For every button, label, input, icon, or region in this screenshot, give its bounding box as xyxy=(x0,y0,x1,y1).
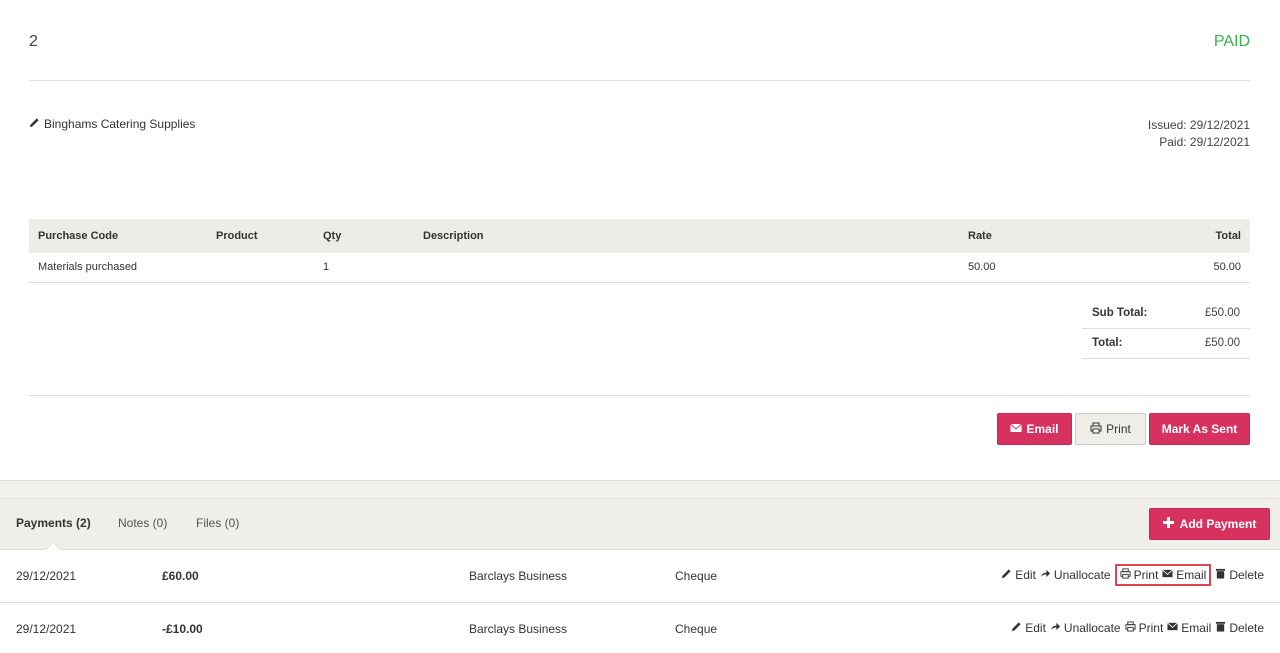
mark-as-sent-label: Mark As Sent xyxy=(1161,422,1238,436)
paid-date: Paid: 29/12/2021 xyxy=(1159,135,1250,149)
unallocate-label: Unallocate xyxy=(1053,568,1111,582)
email-payment-button[interactable]: Email xyxy=(1162,568,1206,582)
printer-icon xyxy=(1090,422,1102,437)
payment-amount: -£10.00 xyxy=(162,622,203,636)
payment-date: 29/12/2021 xyxy=(16,622,77,636)
payment-row: 29/12/2021 £60.00 Barclays Business Cheq… xyxy=(0,550,1280,603)
invoice-number: 2 xyxy=(29,33,38,50)
email-label: Email xyxy=(1176,568,1207,582)
issued-date: Issued: 29/12/2021 xyxy=(1147,118,1250,132)
email-button-label: Email xyxy=(1026,422,1059,436)
cell-qty: 1 xyxy=(314,253,414,283)
pencil-icon xyxy=(1001,568,1012,582)
edit-label: Edit xyxy=(1025,621,1046,635)
delete-label: Delete xyxy=(1229,568,1264,582)
printer-icon xyxy=(1125,621,1136,635)
cell-rate: 50.00 xyxy=(959,253,1099,283)
cell-purchase-code: Materials purchased xyxy=(29,253,207,283)
edit-payment-button[interactable]: Edit xyxy=(1001,568,1036,582)
print-label: Print xyxy=(1133,568,1159,582)
share-arrow-icon xyxy=(1050,621,1061,635)
divider xyxy=(29,80,1250,81)
total-label: Total: xyxy=(1082,328,1179,359)
unallocate-payment-button[interactable]: Unallocate xyxy=(1040,568,1111,582)
col-total: Total xyxy=(1099,219,1250,253)
payment-actions: Edit Unallocate Print Email Delete xyxy=(1011,621,1264,635)
trash-icon xyxy=(1215,621,1226,635)
share-arrow-icon xyxy=(1040,568,1051,582)
total-value: £50.00 xyxy=(1178,328,1250,359)
col-product: Product xyxy=(207,219,314,253)
email-button[interactable]: Email xyxy=(997,413,1072,445)
col-purchase-code: Purchase Code xyxy=(29,219,207,253)
client-link[interactable]: Binghams Catering Supplies xyxy=(29,117,195,131)
print-button[interactable]: Print xyxy=(1075,413,1146,445)
print-payment-button[interactable]: Print xyxy=(1120,568,1159,582)
tab-notes[interactable]: Notes (0) xyxy=(118,516,167,530)
payment-method: Cheque xyxy=(675,622,718,636)
delete-payment-button[interactable]: Delete xyxy=(1215,621,1264,635)
envelope-icon xyxy=(1162,568,1174,582)
delete-label: Delete xyxy=(1229,621,1264,635)
add-payment-label: Add Payment xyxy=(1179,517,1257,531)
pencil-icon xyxy=(1011,621,1022,635)
items-table: Purchase Code Product Qty Description Ra… xyxy=(29,219,1250,283)
col-qty: Qty xyxy=(314,219,414,253)
col-rate: Rate xyxy=(959,219,1099,253)
highlight-box: Print Email xyxy=(1114,564,1212,586)
pencil-icon xyxy=(29,117,40,131)
payment-account: Barclays Business xyxy=(469,622,568,636)
email-label: Email xyxy=(1181,621,1212,635)
envelope-icon xyxy=(1010,422,1023,437)
tabs-bar: Payments (2) Notes (0) Files (0) Add Pay… xyxy=(0,498,1280,550)
col-description: Description xyxy=(414,219,959,253)
payment-amount: £60.00 xyxy=(162,569,199,583)
subtotal-value: £50.00 xyxy=(1178,298,1250,329)
tab-files[interactable]: Files (0) xyxy=(196,516,239,530)
print-payment-button[interactable]: Print xyxy=(1125,621,1164,635)
mark-as-sent-button[interactable]: Mark As Sent xyxy=(1149,413,1250,445)
unallocate-payment-button[interactable]: Unallocate xyxy=(1050,621,1121,635)
payment-method: Cheque xyxy=(675,569,718,583)
active-tab-caret-fill xyxy=(46,543,60,550)
payment-date: 29/12/2021 xyxy=(16,569,77,583)
subtotal-label: Sub Total: xyxy=(1082,298,1179,329)
print-label: Print xyxy=(1138,621,1164,635)
add-payment-button[interactable]: Add Payment xyxy=(1149,508,1270,540)
client-name: Binghams Catering Supplies xyxy=(44,117,196,131)
delete-payment-button[interactable]: Delete xyxy=(1215,568,1264,582)
envelope-icon xyxy=(1167,621,1179,635)
printer-icon xyxy=(1120,568,1131,582)
payment-row: 29/12/2021 -£10.00 Barclays Business Che… xyxy=(0,603,1280,653)
plus-icon xyxy=(1162,517,1174,531)
table-row: Materials purchased 1 50.00 50.00 xyxy=(29,253,1250,283)
trash-icon xyxy=(1215,568,1226,582)
cell-description xyxy=(414,253,959,283)
status-badge: PAID xyxy=(1213,33,1250,50)
payment-actions: Edit Unallocate Print Email Delete xyxy=(1001,564,1264,586)
divider xyxy=(29,395,1250,396)
edit-label: Edit xyxy=(1015,568,1036,582)
section-divider xyxy=(0,480,1280,498)
totals-table: Sub Total: £50.00 Total: £50.00 xyxy=(1082,298,1250,359)
cell-product xyxy=(207,253,314,283)
cell-total: 50.00 xyxy=(1099,253,1250,283)
unallocate-label: Unallocate xyxy=(1063,621,1121,635)
payment-account: Barclays Business xyxy=(469,569,568,583)
invoice-dates: Issued: 29/12/2021 Paid: 29/12/2021 xyxy=(1148,117,1250,151)
print-button-label: Print xyxy=(1106,422,1131,436)
email-payment-button[interactable]: Email xyxy=(1167,621,1211,635)
tab-payments[interactable]: Payments (2) xyxy=(16,516,91,530)
edit-payment-button[interactable]: Edit xyxy=(1011,621,1046,635)
